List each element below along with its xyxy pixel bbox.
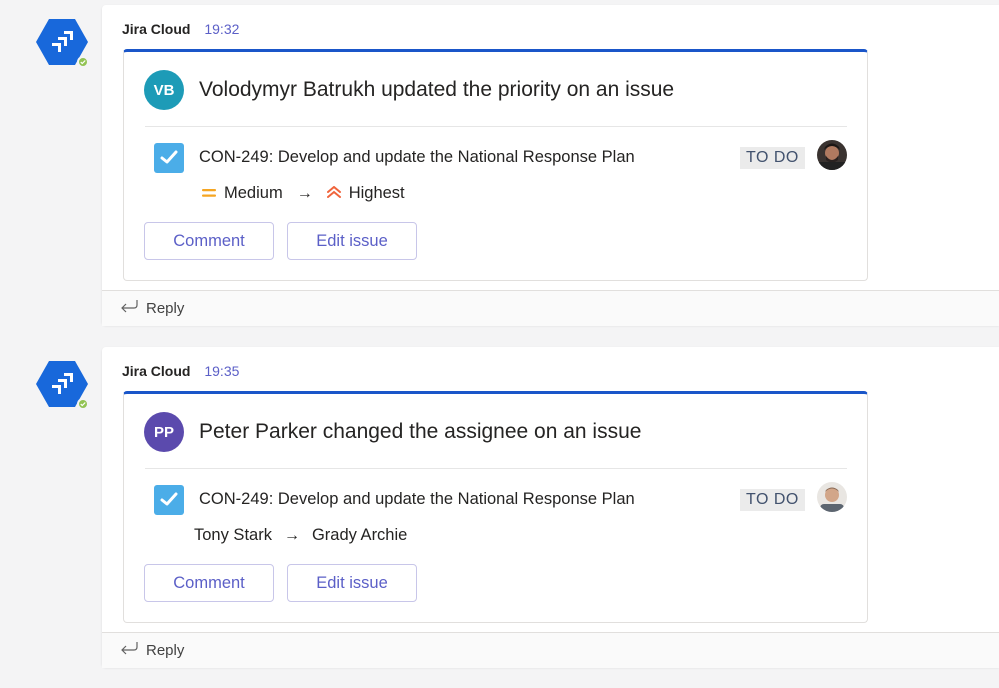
assignee-to: Grady Archie xyxy=(311,526,408,544)
assignee-avatar[interactable] xyxy=(817,140,847,170)
card-divider xyxy=(145,468,847,469)
jira-app-avatar[interactable] xyxy=(36,361,89,410)
actor-avatar: PP xyxy=(144,412,184,452)
card-title: Peter Parker changed the assignee on an … xyxy=(199,420,642,443)
message-header: Jira Cloud 19:32 xyxy=(122,21,239,37)
assignee-from: Tony Stark xyxy=(194,526,272,544)
available-check-icon xyxy=(80,402,86,407)
issue-link[interactable]: CON-249: Develop and update the National… xyxy=(199,148,635,167)
status-badge: TO DO xyxy=(740,489,805,511)
message-timestamp[interactable]: 19:35 xyxy=(204,363,239,379)
assignee-change: Tony Stark → Grady Archie xyxy=(194,526,407,545)
jira-notification-card: VB Volodymyr Batrukh updated the priorit… xyxy=(123,49,868,281)
jira-app-avatar[interactable] xyxy=(36,19,89,68)
edit-issue-button[interactable]: Edit issue xyxy=(287,222,417,260)
priority-medium-icon xyxy=(202,184,216,203)
presence-available-badge xyxy=(77,398,89,410)
checkbox-task-icon xyxy=(154,485,184,515)
card-divider xyxy=(145,126,847,127)
message-header: Jira Cloud 19:35 xyxy=(122,363,239,379)
reply-arrow-icon xyxy=(120,641,138,660)
reply-bar[interactable]: Reply xyxy=(102,290,999,326)
arrow-right-icon: → xyxy=(296,184,313,202)
issue-link[interactable]: CON-249: Develop and update the National… xyxy=(199,490,635,509)
sender-name[interactable]: Jira Cloud xyxy=(122,21,190,37)
reply-bar[interactable]: Reply xyxy=(102,632,999,668)
comment-button[interactable]: Comment xyxy=(144,222,274,260)
checkbox-task-icon xyxy=(154,143,184,173)
presence-available-badge xyxy=(77,56,89,68)
card-title: Volodymyr Batrukh updated the priority o… xyxy=(199,78,675,101)
arrow-right-icon: → xyxy=(283,526,300,544)
actor-avatar: VB xyxy=(144,70,184,110)
priority-change: Medium → Highest xyxy=(202,184,405,203)
assignee-avatar[interactable] xyxy=(817,482,847,512)
priority-to: Highest xyxy=(348,184,405,202)
jira-notification-card: PP Peter Parker changed the assignee on … xyxy=(123,391,868,623)
reply-arrow-icon xyxy=(120,299,138,318)
reply-label: Reply xyxy=(146,300,185,317)
message-bubble: Jira Cloud 19:35 PP Peter Parker changed… xyxy=(102,347,999,668)
message-bubble: Jira Cloud 19:32 VB Volodymyr Batrukh up… xyxy=(102,5,999,326)
status-badge: TO DO xyxy=(740,147,805,169)
priority-highest-icon xyxy=(326,184,341,203)
priority-from: Medium xyxy=(224,184,283,202)
available-check-icon xyxy=(80,60,86,65)
comment-button[interactable]: Comment xyxy=(144,564,274,602)
sender-name[interactable]: Jira Cloud xyxy=(122,363,190,379)
edit-issue-button[interactable]: Edit issue xyxy=(287,564,417,602)
reply-label: Reply xyxy=(146,642,185,659)
message-timestamp[interactable]: 19:32 xyxy=(204,21,239,37)
